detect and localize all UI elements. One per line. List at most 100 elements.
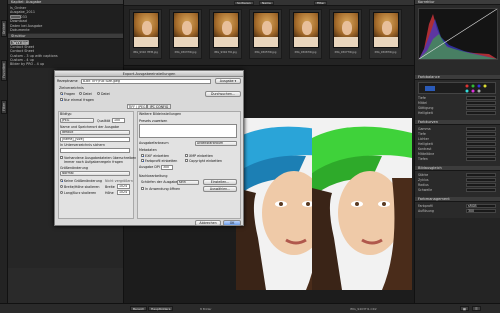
sharpen-slider[interactable] bbox=[466, 178, 496, 182]
naming-select[interactable]: default bbox=[60, 130, 130, 135]
tree-item-selected[interactable]: TwYY Bild bbox=[10, 40, 29, 45]
radio-no-resize[interactable] bbox=[60, 179, 63, 182]
thumbnail[interactable]: IMG_9308TIR.jpg bbox=[369, 9, 402, 59]
color-swatches[interactable] bbox=[418, 82, 496, 94]
meta-row: Farbprofil sRGB bbox=[418, 204, 496, 208]
format-group-label: Bildtyp bbox=[60, 112, 72, 116]
embed-xmp-checkbox[interactable] bbox=[185, 154, 188, 157]
tab-tiff-jpeg[interactable]: TIFF / JPEG bbox=[127, 104, 147, 109]
subfolder-field[interactable] bbox=[60, 148, 130, 153]
export-dialog: Export-Ausgabeeinstellungen Rezeptname 8… bbox=[54, 70, 244, 226]
sort-button[interactable]: Sortieren bbox=[234, 1, 254, 5]
levels-slider[interactable] bbox=[466, 127, 496, 131]
levels-slider[interactable] bbox=[466, 157, 496, 161]
radio-select[interactable] bbox=[79, 92, 82, 95]
vtab-filter[interactable]: Filter bbox=[1, 100, 7, 114]
section-header-levels[interactable]: Farbkurven bbox=[415, 120, 500, 125]
sharpen-slider[interactable] bbox=[466, 188, 496, 192]
tree-item[interactable]: Dokumente bbox=[10, 28, 121, 32]
preset-name-field[interactable]: 8-bit TIFF/Full Size.jpeg bbox=[81, 78, 211, 84]
sharpen-slider[interactable] bbox=[466, 173, 496, 177]
viewer-photo-edited[interactable] bbox=[312, 118, 412, 290]
levels-slider[interactable] bbox=[466, 152, 496, 156]
thumbnail[interactable]: IMG_9305TIR.jpg bbox=[249, 9, 282, 59]
thumbnail-image bbox=[373, 12, 399, 48]
thumbnail-caption: IMG_9304 TIR.jpg bbox=[214, 51, 237, 54]
levels-slider[interactable] bbox=[466, 137, 496, 141]
radio-ask[interactable] bbox=[60, 92, 63, 95]
thumbnail-caption: IMG_9306TIR.jpg bbox=[294, 51, 317, 54]
embed-copyright-checkbox[interactable] bbox=[185, 159, 188, 162]
quality-field[interactable]: 100 bbox=[112, 118, 125, 123]
ok-button[interactable]: OK bbox=[223, 220, 241, 226]
choose-app-button[interactable]: Auswählen... bbox=[203, 186, 237, 192]
vtab-folders[interactable]: Ordner bbox=[1, 20, 7, 38]
section-header-color[interactable]: Farbbalance bbox=[415, 75, 500, 80]
levels-row: Helligkeit bbox=[418, 142, 496, 146]
thumbnail[interactable]: IMG_9302 ITEM.jpg bbox=[129, 9, 162, 59]
sharpen-select[interactable]: Kein bbox=[177, 179, 199, 185]
color-slider[interactable] bbox=[466, 101, 496, 105]
resolution-field[interactable]: 300 bbox=[466, 209, 496, 213]
naming-field[interactable]: [name]_[size] bbox=[60, 137, 130, 142]
thumbnail-image bbox=[133, 12, 159, 48]
status-bar: Bereich Hauptbildera 8 Bilder IMG_9403TI… bbox=[0, 303, 500, 313]
structure-tree: TwYY Bild Bild 1 Contact Sheet Contact S… bbox=[8, 39, 123, 68]
thumbnail-image bbox=[213, 12, 239, 48]
color-row: Sättigung bbox=[418, 106, 496, 110]
sharpen-row: Stärke bbox=[418, 173, 496, 177]
color-slider[interactable] bbox=[466, 106, 496, 110]
list-view-icon[interactable]: ☰ bbox=[472, 306, 481, 311]
main-image-button[interactable]: Hauptbildera bbox=[148, 306, 174, 311]
dpi-field[interactable]: 300 bbox=[161, 164, 173, 170]
section-header-color-management[interactable]: Farbmanagement bbox=[415, 197, 500, 202]
levels-slider[interactable] bbox=[466, 147, 496, 151]
color-slider[interactable] bbox=[466, 111, 496, 115]
width-field[interactable]: 1024 bbox=[117, 184, 130, 189]
resize-mode-select[interactable]: Normal bbox=[60, 171, 130, 176]
thumbnail[interactable]: IMG_9306TIR.jpg bbox=[289, 9, 322, 59]
radio-original[interactable] bbox=[97, 92, 100, 95]
tree-item-selected[interactable]: _____ bbox=[10, 14, 22, 20]
ask-once-checkbox[interactable] bbox=[60, 98, 63, 101]
sharpen-settings-button[interactable]: Einstellen... bbox=[203, 179, 237, 185]
cancel-button[interactable]: Abbrechen bbox=[195, 220, 221, 226]
output-colorspace-select[interactable]: Arbeitsfarbraum bbox=[195, 140, 237, 146]
sort-name-select[interactable]: Name bbox=[259, 1, 274, 5]
thumbnail[interactable]: IMG_9303TIR.jpg bbox=[169, 9, 202, 59]
grid-view-icon[interactable]: ▦ bbox=[460, 306, 469, 311]
filmstrip: IMG_9302 ITEM.jpg IMG_9303TIR.jpg IMG_93… bbox=[124, 6, 414, 66]
radio-scale-wh[interactable] bbox=[60, 185, 63, 188]
preset-list[interactable] bbox=[139, 124, 237, 138]
levels-slider[interactable] bbox=[466, 132, 496, 136]
vtab-favorites[interactable]: Favoriten bbox=[1, 60, 7, 81]
browse-button[interactable]: Durchsuchen... bbox=[205, 90, 241, 97]
section-header-sharpen[interactable]: Bildausgleich bbox=[415, 166, 500, 171]
embed-exif-checkbox[interactable] bbox=[141, 154, 144, 157]
color-row: Tiefe bbox=[418, 96, 496, 100]
embed-profile-checkbox[interactable] bbox=[141, 159, 144, 162]
levels-row: Tiefen bbox=[418, 157, 496, 161]
thumbnail[interactable]: IMG_9304 TIR.jpg bbox=[209, 9, 242, 59]
thumbnail-caption: IMG_9303TIR.jpg bbox=[174, 51, 197, 54]
open-in-app-checkbox[interactable] bbox=[141, 187, 144, 190]
overwrite-checkbox[interactable] bbox=[60, 156, 63, 159]
meta-row: Auflösung 300 bbox=[418, 209, 496, 213]
histogram-header[interactable]: Korrektur bbox=[415, 0, 500, 5]
tab-ipc-config[interactable]: IPC CONFIG bbox=[147, 104, 171, 109]
histogram bbox=[418, 8, 498, 60]
area-button[interactable]: Bereich bbox=[130, 306, 148, 311]
levels-slider[interactable] bbox=[466, 142, 496, 146]
levels-row: Mitteltöne bbox=[418, 152, 496, 156]
thumbnail[interactable]: IMG_9307TIR.jpg bbox=[329, 9, 362, 59]
radio-scale-long[interactable] bbox=[60, 191, 63, 194]
preset-output-button[interactable]: Ausgabe ▾ bbox=[215, 78, 241, 84]
height-field[interactable]: 1024 bbox=[117, 190, 130, 195]
filter-button[interactable]: Filter bbox=[314, 1, 328, 5]
sharpen-slider[interactable] bbox=[466, 183, 496, 187]
right-panel: Korrektur Farbbalance Tiefe Mittel Sätti… bbox=[414, 0, 500, 303]
color-profile-select[interactable]: sRGB bbox=[466, 204, 496, 208]
format-select[interactable]: JPEG bbox=[60, 118, 94, 123]
tree-item[interactable]: Bilder by PRO - 4 up bbox=[10, 62, 121, 66]
color-slider[interactable] bbox=[466, 96, 496, 100]
